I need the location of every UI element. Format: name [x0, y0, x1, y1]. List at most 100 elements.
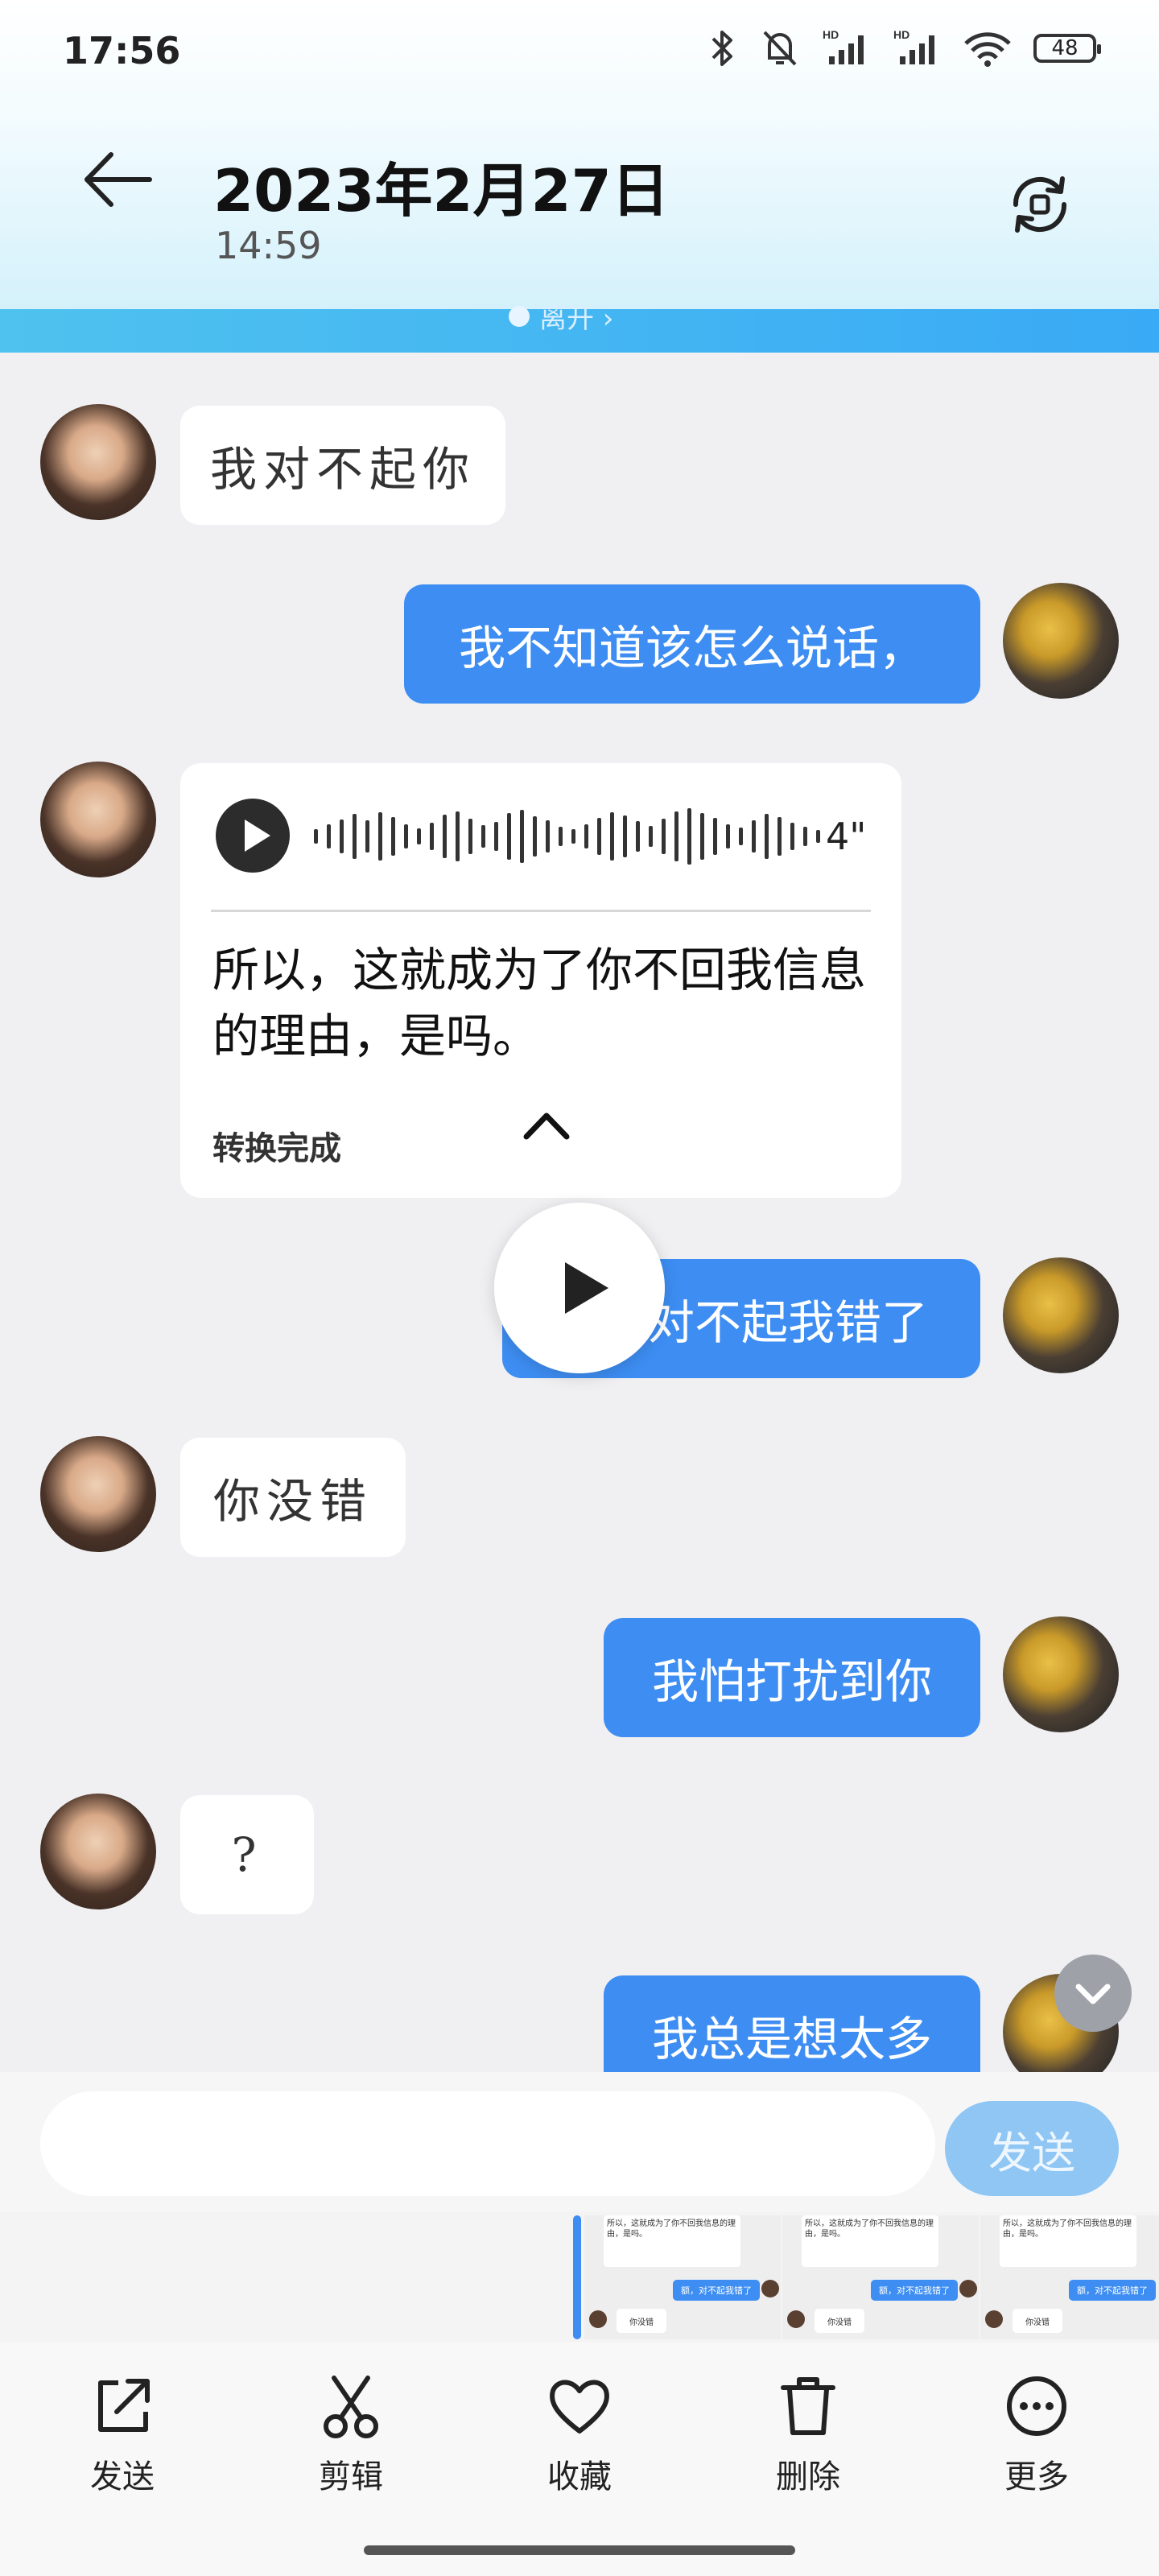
back-button[interactable]	[79, 145, 156, 214]
more-icon	[1007, 2376, 1066, 2436]
waveform-bar	[571, 829, 575, 844]
avatar[interactable]	[40, 762, 156, 877]
send-button[interactable]: 发送	[945, 2101, 1119, 2196]
thumb-card: 所以，这就成为了你不回我信息的理由，是吗。	[802, 2215, 938, 2267]
share-icon	[98, 2379, 150, 2432]
avatar[interactable]	[1003, 1616, 1119, 1732]
mute-icon	[763, 31, 797, 66]
voice-message-card[interactable]: 4" 所以，这就成为了你不回我信息的理由，是吗。 转换完成	[180, 763, 901, 1198]
thumbnail-frame: 所以，这就成为了你不回我信息的理由，是吗。 额，对不起我错了 你没错	[584, 2215, 781, 2339]
thumbnail-frame: 所以，这就成为了你不回我信息的理由，是吗。 额，对不起我错了 你没错	[980, 2215, 1159, 2339]
voice-play-button[interactable]	[216, 799, 290, 873]
bluetooth-icon	[711, 31, 732, 66]
home-indicator[interactable]	[364, 2545, 795, 2555]
waveform-bar	[816, 830, 820, 843]
thumb-avatar	[959, 2280, 977, 2297]
waveform-bar	[417, 828, 421, 844]
waveform-bar	[404, 824, 408, 848]
video-thumbnail-strip[interactable]: 所以，这就成为了你不回我信息的理由，是吗。 额，对不起我错了 你没错 所以，这就…	[0, 2212, 1159, 2343]
message-bubble-left[interactable]: ?	[180, 1795, 314, 1914]
waveform-bar	[494, 822, 498, 851]
waveform-bar	[468, 819, 472, 854]
waveform-bar	[790, 823, 794, 850]
status-icons: HD HD 48	[707, 24, 1101, 72]
back-arrow-icon	[85, 152, 152, 207]
thumb-bubble: 额，对不起我错了	[673, 2280, 760, 2301]
signal-hd-icon: HD	[893, 28, 934, 64]
waveform-bar	[507, 813, 511, 860]
waveform-bar	[365, 820, 369, 852]
favorite-button[interactable]: 收藏	[515, 2372, 644, 2500]
chevron-down-icon	[1075, 1984, 1111, 2004]
waveform-bar	[739, 828, 743, 845]
delete-button[interactable]: 删除	[744, 2372, 872, 2500]
trash-icon	[781, 2377, 835, 2435]
message-text: 我总是想太多	[651, 2012, 932, 2066]
thumb-bubble: 你没错	[815, 2309, 864, 2333]
convert-status: 转换完成	[212, 1130, 341, 1167]
voice-waveform	[314, 808, 820, 865]
signal-hd-icon: HD	[823, 28, 864, 64]
thumb-avatar	[985, 2310, 1003, 2328]
waveform-bar	[353, 814, 357, 859]
message-bubble-left[interactable]: 你没错	[180, 1438, 406, 1557]
message-text: 你没错	[212, 1474, 373, 1529]
bottom-toolbar: 发送 剪辑 收藏 删除 更多	[0, 2343, 1159, 2576]
more-button[interactable]: 更多	[972, 2372, 1101, 2500]
thumb-avatar	[761, 2280, 779, 2297]
video-play-button[interactable]	[494, 1203, 665, 1373]
avatar[interactable]	[40, 404, 156, 520]
message-text: 我对不起你	[209, 442, 476, 497]
composer: 发送	[0, 2072, 1159, 2212]
clock-icon	[509, 305, 530, 327]
page-subtitle: 14:59	[215, 224, 322, 267]
playhead[interactable]	[573, 2215, 581, 2339]
scissors-icon	[324, 2376, 378, 2438]
status-time: 17:56	[63, 29, 181, 72]
thumb-bubble: 额，对不起我错了	[1069, 2280, 1156, 2301]
left-notice-label: 离开 ›	[539, 303, 614, 335]
favorite-label: 收藏	[547, 2458, 612, 2496]
message-text: ?	[231, 1827, 263, 1882]
message-bubble-right[interactable]: 我怕打扰到你	[604, 1618, 980, 1737]
avatar[interactable]	[40, 1436, 156, 1552]
waveform-bar	[546, 820, 550, 852]
chevron-up-icon[interactable]	[517, 1104, 576, 1145]
waveform-bar	[726, 824, 730, 848]
message-text: 我不知道该怎么说话，	[458, 621, 926, 675]
waveform-bar	[649, 826, 653, 847]
voice-duration: 4"	[826, 815, 867, 858]
left-notice: 离开 ›	[509, 296, 613, 336]
scroll-down-button[interactable]	[1054, 1955, 1132, 2032]
waveform-bar	[430, 823, 434, 850]
waveform-bar	[559, 827, 563, 846]
edit-clip-label: 剪辑	[319, 2458, 383, 2496]
waveform-bar	[391, 817, 395, 856]
waveform-bar	[327, 824, 331, 848]
waveform-bar	[687, 808, 691, 865]
rotate-screen-button[interactable]	[1004, 169, 1075, 240]
avatar[interactable]	[40, 1794, 156, 1909]
edit-clip-button[interactable]: 剪辑	[287, 2372, 415, 2500]
thumbnail-frame: 所以，这就成为了你不回我信息的理由，是吗。 额，对不起我错了 你没错	[782, 2215, 979, 2339]
more-label: 更多	[1004, 2458, 1069, 2496]
avatar[interactable]	[1003, 583, 1119, 699]
message-bubble-left[interactable]: 我对不起你	[180, 406, 505, 525]
avatar[interactable]	[1003, 1257, 1119, 1373]
waveform-bar	[314, 829, 318, 844]
waveform-bar	[777, 817, 782, 856]
thumb-bubble: 你没错	[617, 2309, 666, 2333]
thumb-avatar	[787, 2310, 805, 2328]
thumb-bubble: 额，对不起我错了	[871, 2280, 958, 2301]
waveform-bar	[713, 818, 717, 855]
waveform-bar	[752, 820, 756, 852]
share-button[interactable]: 发送	[58, 2372, 187, 2500]
waveform-bar	[481, 825, 485, 848]
svg-text:HD: HD	[823, 28, 839, 41]
waveform-bar	[623, 815, 627, 857]
message-bubble-right[interactable]: 我不知道该怎么说话，	[404, 584, 980, 704]
message-input[interactable]	[40, 2091, 935, 2196]
waveform-bar	[597, 818, 601, 855]
voice-transcript: 所以，这就成为了你不回我信息的理由，是吗。	[212, 943, 867, 1063]
svg-text:HD: HD	[893, 28, 909, 41]
